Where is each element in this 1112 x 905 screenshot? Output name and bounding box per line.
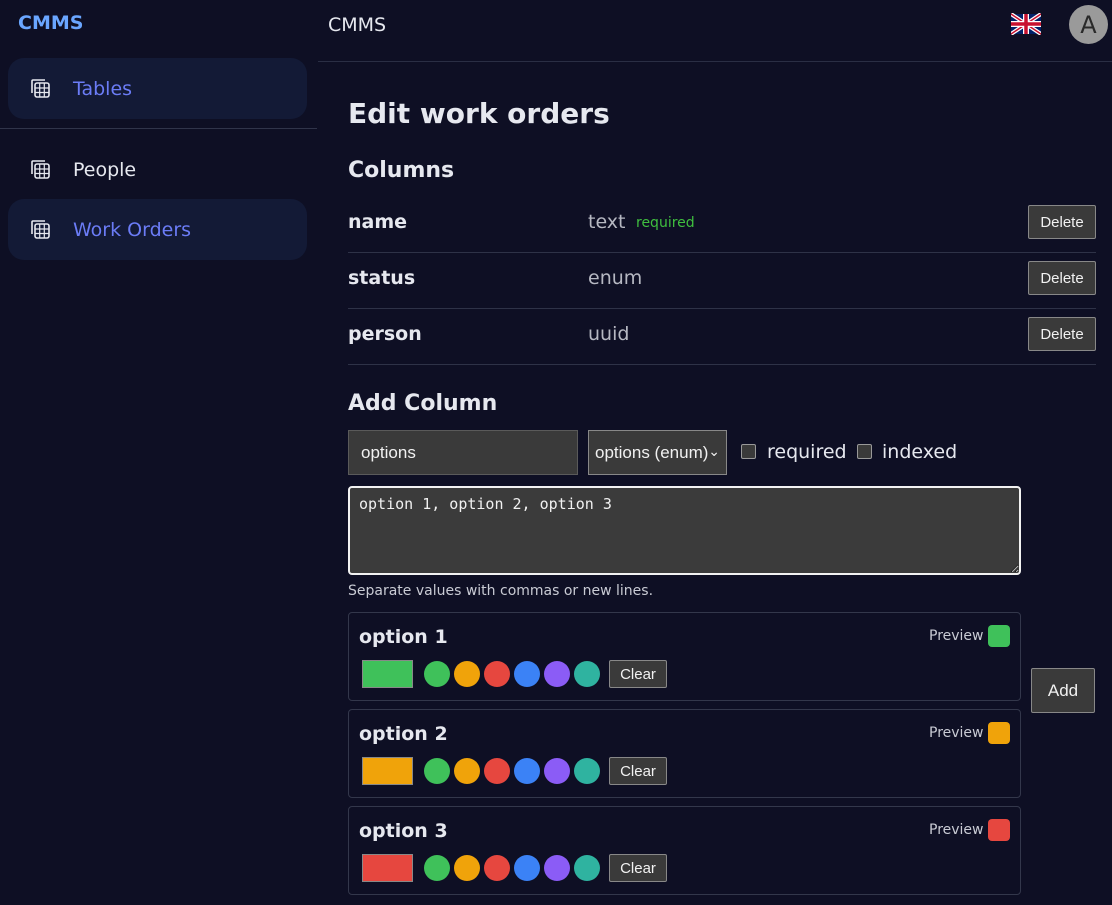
column-name-input[interactable] (348, 430, 578, 475)
sidebar-item-work-orders[interactable]: Work Orders (8, 199, 307, 260)
required-checkbox-label[interactable]: required (767, 441, 847, 463)
palette-color-dot[interactable] (454, 758, 480, 784)
palette-color-dot[interactable] (484, 758, 510, 784)
palette-color-dot[interactable] (424, 661, 450, 687)
palette-color-dot[interactable] (544, 661, 570, 687)
color-picker[interactable] (362, 757, 413, 785)
palette-color-dot[interactable] (424, 758, 450, 784)
palette-color-dot[interactable] (514, 855, 540, 881)
column-row: status enum Delete (348, 253, 1096, 309)
sidebar-item-label: Work Orders (73, 218, 192, 241)
add-column-button[interactable]: Add (1031, 668, 1095, 713)
preview-swatch (988, 722, 1010, 744)
column-type: text (588, 211, 626, 233)
options-help-text: Separate values with commas or new lines… (348, 583, 654, 599)
chevron-down-icon: ⌄ (708, 443, 720, 459)
column-type-value: options (enum) (595, 442, 709, 462)
table-icon (31, 220, 50, 239)
header-divider (318, 61, 1112, 62)
palette-color-dot[interactable] (484, 661, 510, 687)
column-row: person uuid Delete (348, 309, 1096, 365)
required-checkbox[interactable] (741, 444, 756, 459)
sidebar-item-people[interactable]: People (8, 139, 307, 200)
column-type: uuid (588, 323, 630, 345)
delete-column-button[interactable]: Delete (1028, 205, 1096, 239)
sidebar-divider (0, 128, 317, 129)
uk-flag-icon[interactable] (1011, 13, 1041, 35)
sidebar: CMMS Tables People Work Orders (0, 0, 317, 905)
delete-column-button[interactable]: Delete (1028, 261, 1096, 295)
palette-color-dot[interactable] (544, 758, 570, 784)
add-column-heading: Add Column (348, 391, 498, 416)
required-badge: required (636, 215, 695, 231)
option-card: option 2 Preview Clear (348, 709, 1021, 798)
clear-color-button[interactable]: Clear (609, 757, 667, 785)
option-title: option 3 (359, 820, 448, 842)
brand-logo-text[interactable]: CMMS (18, 12, 83, 34)
columns-heading: Columns (348, 158, 455, 183)
palette-color-dot[interactable] (484, 855, 510, 881)
palette-color-dot[interactable] (454, 661, 480, 687)
palette-color-dot[interactable] (574, 758, 600, 784)
indexed-checkbox-label[interactable]: indexed (882, 441, 957, 463)
clear-color-button[interactable]: Clear (609, 660, 667, 688)
options-textarea[interactable]: option 1, option 2, option 3 (348, 486, 1021, 575)
column-row: name text required Delete (348, 197, 1096, 253)
column-name: status (348, 267, 416, 289)
indexed-checkbox[interactable] (857, 444, 872, 459)
page-title: Edit work orders (348, 97, 610, 130)
option-card: option 1 Preview Clear (348, 612, 1021, 701)
sidebar-item-label: Tables (73, 77, 133, 100)
preview-label: Preview (929, 725, 984, 741)
table-icon (31, 160, 50, 179)
palette-color-dot[interactable] (424, 855, 450, 881)
avatar[interactable]: A (1069, 5, 1108, 44)
header-title: CMMS (328, 14, 387, 36)
preview-swatch (988, 625, 1010, 647)
sidebar-item-tables[interactable]: Tables (8, 58, 307, 119)
palette-color-dot[interactable] (574, 661, 600, 687)
clear-color-button[interactable]: Clear (609, 854, 667, 882)
option-title: option 1 (359, 626, 448, 648)
delete-column-button[interactable]: Delete (1028, 317, 1096, 351)
palette-color-dot[interactable] (514, 758, 540, 784)
palette-color-dot[interactable] (454, 855, 480, 881)
palette-color-dot[interactable] (544, 855, 570, 881)
color-picker[interactable] (362, 854, 413, 882)
column-type: enum (588, 267, 643, 289)
palette-color-dot[interactable] (574, 855, 600, 881)
option-title: option 2 (359, 723, 448, 745)
table-icon (31, 79, 50, 98)
sidebar-item-label: People (73, 158, 137, 181)
column-name: person (348, 323, 422, 345)
option-card: option 3 Preview Clear (348, 806, 1021, 895)
column-type-select[interactable]: options (enum) ⌄ (588, 430, 727, 475)
preview-label: Preview (929, 628, 984, 644)
preview-swatch (988, 819, 1010, 841)
color-picker[interactable] (362, 660, 413, 688)
palette-color-dot[interactable] (514, 661, 540, 687)
preview-label: Preview (929, 822, 984, 838)
column-name: name (348, 211, 408, 233)
